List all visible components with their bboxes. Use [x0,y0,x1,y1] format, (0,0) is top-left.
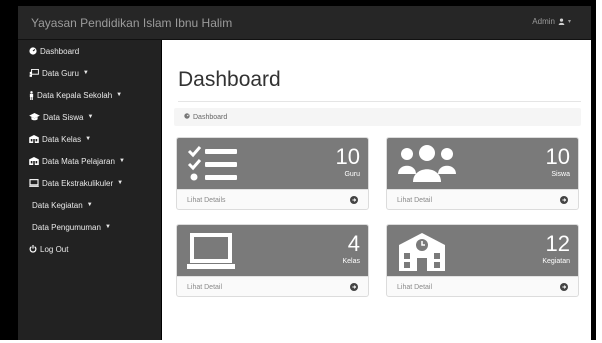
sidebar-item-label: Data Pengumuman [32,222,101,232]
card-count: 10 [545,144,570,169]
school-icon [397,231,447,278]
person-icon [29,90,34,100]
arrow-circle-right-icon [560,283,568,291]
chevron-down-icon: ▼ [104,224,111,230]
card-count: 10 [335,144,360,169]
sidebar: Dashboard Data Guru ▼ Data Kepala Sekola… [18,40,161,340]
card-count: 12 [545,231,570,256]
view-details-link[interactable]: Lihat Detail [397,197,432,204]
card-label: Kelas [342,258,360,265]
card-label: Kegiatan [542,258,570,265]
chevron-down-icon: ▼ [116,92,123,98]
card-footer[interactable]: Lihat Detail [387,189,578,209]
arrow-circle-right-icon [350,283,358,291]
chevron-down-icon: ▼ [117,180,124,186]
card-footer[interactable]: Lihat Detail [177,276,368,296]
sidebar-item-label: Data Kelas [42,134,82,144]
sidebar-item-label: Log Out [40,244,69,254]
card-header: 4 Kelas [177,225,368,276]
sidebar-item-log-out[interactable]: Log Out [29,242,68,256]
sidebar-item-data-kelas[interactable]: Data Kelas ▼ [29,132,91,146]
arrow-circle-right-icon [560,196,568,204]
sidebar-item-data-mata-pelajaran[interactable]: Data Mata Pelajaran ▼ [29,154,125,168]
power-icon [29,245,37,253]
top-navbar: Yayasan Pendidikan Islam Ibnu Halim Admi… [18,6,591,40]
sidebar-item-label: Data Mata Pelajaran [42,156,115,166]
graduation-cap-icon [29,113,40,121]
user-icon [558,18,565,25]
card-footer[interactable]: Lihat Detail [387,276,578,296]
stat-card-guru: 10 Guru Lihat Details [176,137,369,210]
divider [178,101,581,102]
sidebar-item-data-pengumuman[interactable]: Data Pengumuman ▼ [32,220,111,234]
view-details-link[interactable]: Lihat Detail [187,284,222,291]
building-icon [29,135,39,143]
view-details-link[interactable]: Lihat Details [187,197,226,204]
sidebar-item-data-kepala-sekolah[interactable]: Data Kepala Sekolah ▼ [29,88,122,102]
view-details-link[interactable]: Lihat Detail [397,284,432,291]
sidebar-item-data-kegiatan[interactable]: Data Kegiatan ▼ [32,198,93,212]
chevron-down-icon: ▼ [86,202,93,208]
page-title: Dashboard [178,68,281,91]
arrow-circle-right-icon [350,196,358,204]
chevron-down-icon: ▼ [118,158,125,164]
card-header: 12 Kegiatan [387,225,578,276]
chevron-down-icon: ▼ [85,136,92,142]
dashboard-icon [29,47,37,55]
main-content: Dashboard Dashboard 10 Guru Lihat Detail… [162,40,591,340]
card-header: 10 Siswa [387,138,578,189]
stat-card-kegiatan: 12 Kegiatan Lihat Detail [386,224,579,297]
sidebar-item-label: Data Kegiatan [32,200,83,210]
sidebar-item-data-siswa[interactable]: Data Siswa ▼ [29,110,93,124]
brand-title[interactable]: Yayasan Pendidikan Islam Ibnu Halim [31,16,232,30]
sidebar-item-label: Data Kepala Sekolah [37,90,113,100]
laptop-icon [187,231,235,276]
card-footer[interactable]: Lihat Details [177,189,368,209]
chevron-down-icon: ▼ [87,114,94,120]
teacher-icon [29,69,39,77]
card-label: Siswa [551,171,570,178]
breadcrumb-item[interactable]: Dashboard [193,114,227,121]
chevron-down-icon: ▼ [82,70,89,76]
dashboard-icon [184,113,190,121]
sidebar-item-label: Data Ekstrakulikuler [42,178,114,188]
sidebar-item-label: Data Guru [42,68,79,78]
chevron-down-icon: ▾ [567,19,571,25]
card-count: 4 [347,231,360,256]
user-menu[interactable]: Admin ▾ [532,17,571,26]
screen-icon [29,179,39,187]
users-icon [397,144,457,189]
card-label: Guru [344,171,360,178]
card-header: 10 Guru [177,138,368,189]
sidebar-item-data-guru[interactable]: Data Guru ▼ [29,66,89,80]
sidebar-item-data-ekstrakulikuler[interactable]: Data Ekstrakulikuler ▼ [29,176,123,190]
checklist-icon [187,144,239,189]
user-menu-label: Admin [532,17,555,26]
sidebar-item-dashboard[interactable]: Dashboard [29,44,79,58]
sidebar-item-label: Dashboard [40,46,80,56]
breadcrumb: Dashboard [174,108,581,126]
sidebar-item-label: Data Siswa [43,112,84,122]
book-icon [29,157,39,165]
stat-card-siswa: 10 Siswa Lihat Detail [386,137,579,210]
stat-card-kelas: 4 Kelas Lihat Detail [176,224,369,297]
